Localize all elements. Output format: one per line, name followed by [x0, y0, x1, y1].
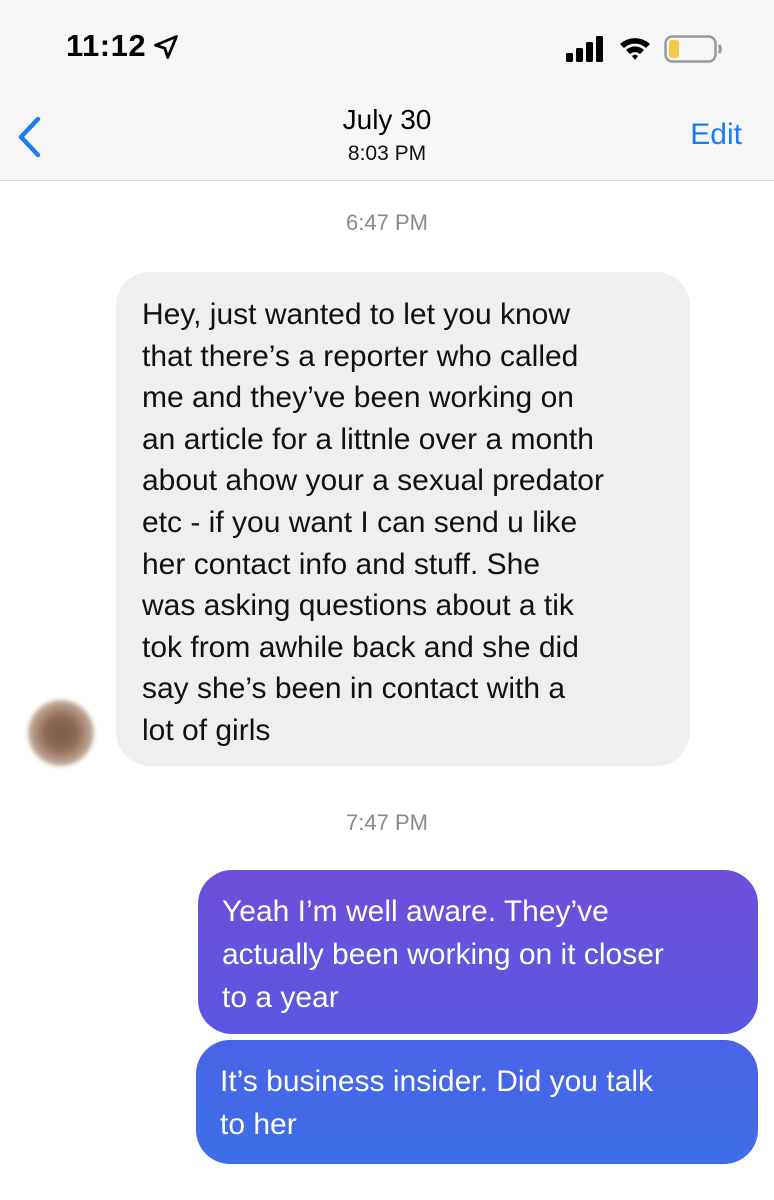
- wifi-icon: [620, 38, 650, 60]
- message-line: her contact info and stuff. She: [142, 547, 541, 581]
- message-timestamp: 7:47 PM: [346, 810, 428, 835]
- status-time: 11:12: [66, 28, 147, 63]
- message-line: actually been working on it closer: [222, 938, 664, 971]
- message-line: to her: [220, 1108, 297, 1141]
- message-line: that there’s a reporter who called: [142, 339, 579, 373]
- message-line: Hey, just wanted to let you know: [142, 298, 570, 331]
- message-line: It’s business insider. Did you talk: [220, 1065, 653, 1098]
- conversation-date-title: July 30: [342, 104, 432, 135]
- location-arrow-icon: [154, 35, 178, 59]
- conversation-header: July 30 8:03 PM Edit: [0, 100, 774, 181]
- battery-icon: [664, 35, 722, 63]
- outgoing-message-bubble[interactable]: Yeah I’m well aware. They’ve actually be…: [198, 870, 758, 1034]
- message-timestamp: 6:47 PM: [346, 210, 428, 235]
- message-line: me and they’ve been working on: [142, 381, 574, 415]
- message-line: tok from awhile back and she did: [142, 630, 579, 664]
- incoming-message-bubble[interactable]: Hey, just wanted to let you know that th…: [116, 272, 690, 766]
- sender-avatar[interactable]: [28, 700, 94, 766]
- message-line: about ahow your a sexual predator: [142, 464, 604, 498]
- message-line: to a year: [222, 981, 339, 1014]
- status-bar: 11:12: [0, 0, 774, 100]
- message-line: say she’s been in contact with a: [142, 672, 566, 706]
- message-line: etc - if you want I can send u like: [142, 505, 578, 539]
- back-chevron-icon[interactable]: [14, 116, 46, 158]
- edit-button[interactable]: Edit: [690, 118, 742, 152]
- message-line: Yeah I’m well aware. They’ve: [222, 895, 609, 928]
- signal-icon: [566, 36, 603, 62]
- message-line: was asking questions about a tik: [142, 589, 574, 623]
- message-line: an article for a littnle over a month: [142, 422, 594, 456]
- conversation-time-subtitle: 8:03 PM: [347, 142, 427, 165]
- outgoing-message-bubble[interactable]: It’s business insider. Did you talk to h…: [196, 1040, 758, 1164]
- message-line: lot of girls: [142, 713, 271, 747]
